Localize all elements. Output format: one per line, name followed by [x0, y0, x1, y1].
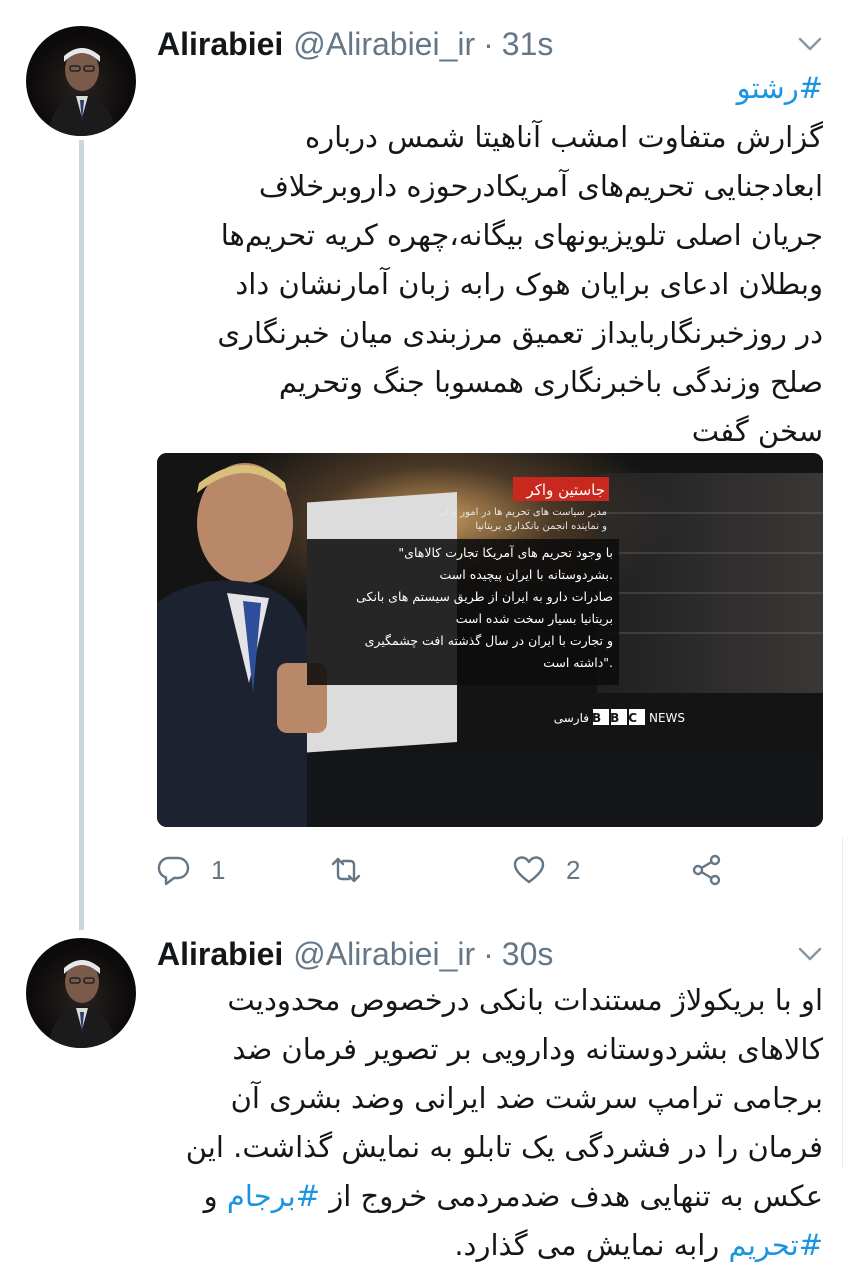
- tweet-header: Alirabiei @Alirabiei_ir · 30s: [157, 932, 828, 976]
- bbc-logo: BBC: [592, 711, 646, 725]
- media-quote-line: صادرات دارو به ایران از طریق سیستم های ب…: [356, 589, 613, 605]
- tweet-text-line: سخن گفت: [691, 414, 823, 448]
- author-handle[interactable]: @Alirabiei_ir: [293, 26, 475, 63]
- tweet-text-fragment: رابه نمایش می گذارد.: [454, 1228, 729, 1262]
- tweet-text-line: وبطلان ادعای برایان هوک رابه زبان آمارنش…: [235, 267, 823, 301]
- bbc-news-label: NEWS: [649, 711, 685, 725]
- author-handle[interactable]: @Alirabiei_ir: [293, 936, 475, 973]
- tweet[interactable]: Alirabiei @Alirabiei_ir · 30s او با بریک…: [0, 930, 848, 1280]
- tweet-media-image[interactable]: جاستین واکر مدیر سیاست های تحریم ها در ا…: [157, 453, 823, 827]
- media-subtitle: و نماینده انجمن بانکداری بریتانیا: [475, 521, 607, 532]
- chevron-down-icon[interactable]: [796, 942, 824, 966]
- media-quote-line: و تجارت با ایران در سال گذشته افت چشمگیر…: [365, 633, 613, 649]
- hashtag-link[interactable]: #رشتو: [157, 64, 823, 113]
- author-name[interactable]: Alirabiei: [157, 936, 283, 973]
- media-quote-line: بریتانیا بسیار سخت شده است: [456, 611, 613, 627]
- reply-button[interactable]: 1: [157, 846, 225, 894]
- tweet-text-line: کالاهای بشردوستانه ودارویی بر تصویر فرما…: [232, 1032, 823, 1066]
- bbc-farsi-label: فارسی: [554, 711, 589, 726]
- like-button[interactable]: 2: [512, 846, 580, 894]
- timestamp[interactable]: 31s: [502, 26, 554, 63]
- tweet-text-fragment: عکس به تنهایی هدف ضدمردمی خروج از: [320, 1179, 823, 1213]
- tweet-header: Alirabiei @Alirabiei_ir · 31s: [157, 22, 828, 66]
- chevron-down-icon[interactable]: [796, 32, 824, 56]
- timestamp[interactable]: 30s: [502, 936, 554, 973]
- separator-dot: ·: [483, 25, 494, 62]
- avatar-portrait-image: [48, 960, 116, 1048]
- tweet-text-fragment: و: [203, 1179, 227, 1213]
- separator-dot: ·: [483, 935, 494, 972]
- tweet-text: او با بریکولاژ مستندات بانکی درخصوص محدو…: [157, 976, 823, 1270]
- tweet-text-line: ابعادجنایی تحریم‌های آمریکادرحوزه داروبر…: [258, 169, 823, 203]
- thread-connector-line: [79, 140, 84, 930]
- tweet-text-line: او با بریکولاژ مستندات بانکی درخصوص محدو…: [227, 983, 823, 1017]
- retweet-button[interactable]: [329, 846, 383, 894]
- hashtag-link[interactable]: #تحریم: [729, 1228, 823, 1262]
- hashtag-link[interactable]: #برجام: [227, 1179, 320, 1213]
- reply-icon: [157, 856, 190, 886]
- avatar-portrait-image: [48, 48, 116, 136]
- like-count: 2: [566, 854, 581, 885]
- retweet-icon: [331, 857, 361, 883]
- author-name[interactable]: Alirabiei: [157, 26, 283, 63]
- tweet-text-line: برجامی ترامپ سرشت ضد ایرانی وضد بشری آن: [230, 1081, 823, 1115]
- tweet-text: #رشتو گزارش متفاوت امشب آناهیتا شمس دربا…: [157, 64, 823, 456]
- avatar[interactable]: [26, 26, 136, 136]
- like-icon: [513, 856, 545, 884]
- tweet-text-line: گزارش متفاوت امشب آناهیتا شمس درباره: [304, 120, 823, 154]
- share-button[interactable]: [690, 846, 724, 894]
- tweet-text-line: فرمان را در فشردگی یک تابلو به نمایش گذا…: [185, 1130, 823, 1164]
- share-icon: [692, 854, 721, 886]
- tweet-text-line: جریان اصلی تلویزیونهای بیگانه،چهره کریه …: [220, 218, 823, 252]
- tweet[interactable]: Alirabiei @Alirabiei_ir · 31s #رشتو گزار…: [0, 0, 848, 930]
- media-quote-line: داشته است".: [543, 655, 613, 670]
- media-name-label: جاستین واکر: [526, 481, 605, 499]
- tweet-text-line: صلح وزندگی باخبرنگاری همسوبا جنگ وتحریم: [278, 365, 823, 399]
- tweet-text-line: در روزخبرنگاربایداز تعمیق مرزبندی میان خ…: [217, 316, 823, 350]
- tweet-text-line: #تحریم رابه نمایش می گذارد.: [157, 1221, 823, 1270]
- avatar[interactable]: [26, 938, 136, 1048]
- reply-count: 1: [211, 854, 226, 885]
- media-quote-line: "با وجود تحریم های آمریکا تجارت کالاهای: [398, 545, 613, 561]
- tweet-actions: 1 2: [157, 846, 823, 894]
- media-quote-line: بشردوستانه با ایران پیچیده است.: [440, 567, 613, 583]
- media-subtitle: مدیر سیاست های تحریم ها در امور مالی: [437, 507, 607, 518]
- tweet-text-line: عکس به تنهایی هدف ضدمردمی خروج از #برجام…: [157, 1172, 823, 1221]
